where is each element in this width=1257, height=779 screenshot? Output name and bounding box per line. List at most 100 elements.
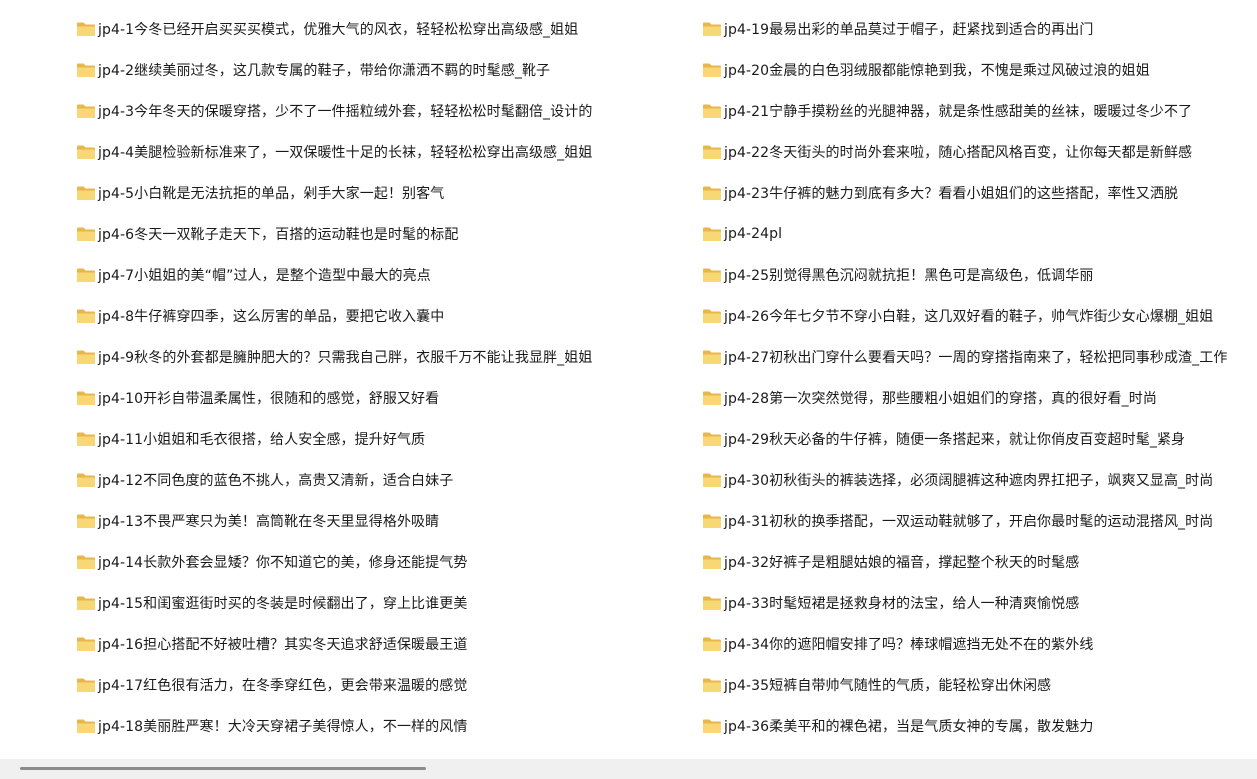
folder-item[interactable]: jp4-17红色很有活力，在冬季穿红色，更会带来温暖的感觉 — [76, 664, 676, 705]
folder-name: jp4-13不畏严寒只为美！高筒靴在冬天里显得格外吸睛 — [98, 513, 440, 530]
folder-icon — [702, 390, 722, 406]
folder-icon — [702, 144, 722, 160]
horizontal-scrollbar[interactable] — [0, 759, 1257, 779]
folder-icon — [702, 677, 722, 693]
folder-item[interactable]: jp4-22冬天街头的时尚外套来啦，随心搭配风格百变，让你每天都是新鲜感 — [702, 131, 1257, 172]
folder-item[interactable]: jp4-27初秋出门穿什么要看天吗？一周的穿搭指南来了，轻松把同事秒成渣_工作 — [702, 336, 1257, 377]
folder-icon — [702, 472, 722, 488]
folder-icon — [76, 677, 96, 693]
folder-name: jp4-21宁静手摸粉丝的光腿神器，就是条性感甜美的丝袜，暖暖过冬少不了 — [724, 103, 1193, 120]
folder-item[interactable]: jp4-7小姐姐的美“帽”过人，是整个造型中最大的亮点 — [76, 254, 676, 295]
folder-name: jp4-32好裤子是粗腿姑娘的福音，撑起整个秋天的时髦感 — [724, 554, 1080, 571]
folder-item[interactable]: jp4-14长款外套会显矮？你不知道它的美，修身还能提气势 — [76, 541, 676, 582]
folder-icon — [702, 267, 722, 283]
folder-name: jp4-11小姐姐和毛衣很搭，给人安全感，提升好气质 — [98, 431, 426, 448]
folder-name: jp4-9秋冬的外套都是臃肿肥大的？只需我自己胖，衣服千万不能让我显胖_姐姐 — [98, 349, 593, 366]
folder-item[interactable]: jp4-32好裤子是粗腿姑娘的福音，撑起整个秋天的时髦感 — [702, 541, 1257, 582]
folder-name: jp4-25别觉得黑色沉闷就抗拒！黑色可是高级色，低调华丽 — [724, 267, 1094, 284]
folder-name: jp4-35短裤自带帅气随性的气质，能轻松穿出休闲感 — [724, 677, 1052, 694]
folder-icon — [76, 62, 96, 78]
folder-item[interactable]: jp4-19最易出彩的单品莫过于帽子，赶紧找到适合的再出门 — [702, 8, 1257, 49]
folder-name: jp4-29秋天必备的牛仔裤，随便一条搭起来，就让你俏皮百变超时髦_紧身 — [724, 431, 1186, 448]
folder-name: jp4-12不同色度的蓝色不挑人，高贵又清新，适合白妹子 — [98, 472, 454, 489]
folder-icon — [76, 103, 96, 119]
folder-item[interactable]: jp4-18美丽胜严寒！大冷天穿裙子美得惊人，不一样的风情 — [76, 705, 676, 746]
folder-item[interactable]: jp4-10开衫自带温柔属性，很随和的感觉，舒服又好看 — [76, 377, 676, 418]
folder-item[interactable]: jp4-33时髦短裙是拯救身材的法宝，给人一种清爽愉悦感 — [702, 582, 1257, 623]
folder-name: jp4-30初秋街头的裤装选择，必须阔腿裤这种遮肉界扛把子，飒爽又显高_时尚 — [724, 472, 1214, 489]
folder-item[interactable]: jp4-5小白靴是无法抗拒的单品，剁手大家一起！别客气 — [76, 172, 676, 213]
folder-item[interactable]: jp4-26今年七夕节不穿小白鞋，这几双好看的鞋子，帅气炸街少女心爆棚_姐姐 — [702, 295, 1257, 336]
folder-item[interactable]: jp4-13不畏严寒只为美！高筒靴在冬天里显得格外吸睛 — [76, 500, 676, 541]
folder-icon — [76, 308, 96, 324]
folder-item[interactable]: jp4-34你的遮阳帽安排了吗？棒球帽遮挡无处不在的紫外线 — [702, 623, 1257, 664]
folder-name: jp4-2继续美丽过冬，这几款专属的鞋子，带给你潇洒不羁的时髦感_靴子 — [98, 62, 551, 79]
folder-item[interactable]: jp4-6冬天一双靴子走天下，百搭的运动鞋也是时髦的标配 — [76, 213, 676, 254]
folder-name: jp4-19最易出彩的单品莫过于帽子，赶紧找到适合的再出门 — [724, 21, 1094, 38]
folder-name: jp4-20金晨的白色羽绒服都能惊艳到我，不愧是乘过风破过浪的姐姐 — [724, 62, 1150, 79]
folder-name: jp4-18美丽胜严寒！大冷天穿裙子美得惊人，不一样的风情 — [98, 718, 468, 735]
folder-column-right: jp4-19最易出彩的单品莫过于帽子，赶紧找到适合的再出门 jp4-20金晨的白色… — [702, 8, 1257, 746]
folder-item[interactable]: jp4-24pl — [702, 213, 1257, 254]
folder-item[interactable]: jp4-11小姐姐和毛衣很搭，给人安全感，提升好气质 — [76, 418, 676, 459]
folder-icon — [76, 349, 96, 365]
folder-name: jp4-3今年冬天的保暖穿搭，少不了一件摇粒绒外套，轻轻松松时髦翻倍_设计的 — [98, 103, 593, 120]
folder-item[interactable]: jp4-12不同色度的蓝色不挑人，高贵又清新，适合白妹子 — [76, 459, 676, 500]
folder-item[interactable]: jp4-25别觉得黑色沉闷就抗拒！黑色可是高级色，低调华丽 — [702, 254, 1257, 295]
folder-item[interactable]: jp4-36柔美平和的裸色裙，当是气质女神的专属，散发魅力 — [702, 705, 1257, 746]
folder-name: jp4-8牛仔裤穿四季，这么厉害的单品，要把它收入囊中 — [98, 308, 445, 325]
folder-item[interactable]: jp4-1今冬已经开启买买买模式，优雅大气的风衣，轻轻松松穿出高级感_姐姐 — [76, 8, 676, 49]
folder-name: jp4-31初秋的换季搭配，一双运动鞋就够了，开启你最时髦的运动混搭风_时尚 — [724, 513, 1214, 530]
folder-item[interactable]: jp4-3今年冬天的保暖穿搭，少不了一件摇粒绒外套，轻轻松松时髦翻倍_设计的 — [76, 90, 676, 131]
folder-icon — [702, 226, 722, 242]
folder-icon — [76, 144, 96, 160]
folder-item[interactable]: jp4-9秋冬的外套都是臃肿肥大的？只需我自己胖，衣服千万不能让我显胖_姐姐 — [76, 336, 676, 377]
folder-icon — [76, 431, 96, 447]
folder-name: jp4-14长款外套会显矮？你不知道它的美，修身还能提气势 — [98, 554, 468, 571]
folder-item[interactable]: jp4-2继续美丽过冬，这几款专属的鞋子，带给你潇洒不羁的时髦感_靴子 — [76, 49, 676, 90]
folder-item[interactable]: jp4-28第一次突然觉得，那些腰粗小姐姐们的穿搭，真的很好看_时尚 — [702, 377, 1257, 418]
folder-column-left: jp4-1今冬已经开启买买买模式，优雅大气的风衣，轻轻松松穿出高级感_姐姐 jp4… — [76, 8, 676, 746]
folder-name: jp4-10开衫自带温柔属性，很随和的感觉，舒服又好看 — [98, 390, 440, 407]
folder-name: jp4-24pl — [724, 225, 783, 242]
folder-item[interactable]: jp4-15和闺蜜逛街时买的冬装是时候翻出了，穿上比谁更美 — [76, 582, 676, 623]
folder-name: jp4-16担心搭配不好被吐槽？其实冬天追求舒适保暖最王道 — [98, 636, 468, 653]
folder-name: jp4-27初秋出门穿什么要看天吗？一周的穿搭指南来了，轻松把同事秒成渣_工作 — [724, 349, 1228, 366]
folder-icon — [76, 554, 96, 570]
scrollbar-thumb[interactable] — [20, 767, 426, 770]
folder-item[interactable]: jp4-35短裤自带帅气随性的气质，能轻松穿出休闲感 — [702, 664, 1257, 705]
folder-name: jp4-1今冬已经开启买买买模式，优雅大气的风衣，轻轻松松穿出高级感_姐姐 — [98, 21, 579, 38]
file-list-view: jp4-1今冬已经开启买买买模式，优雅大气的风衣，轻轻松松穿出高级感_姐姐 jp4… — [0, 0, 1257, 779]
folder-icon — [702, 595, 722, 611]
folder-item[interactable]: jp4-8牛仔裤穿四季，这么厉害的单品，要把它收入囊中 — [76, 295, 676, 336]
folder-item[interactable]: jp4-21宁静手摸粉丝的光腿神器，就是条性感甜美的丝袜，暖暖过冬少不了 — [702, 90, 1257, 131]
folder-item[interactable]: jp4-20金晨的白色羽绒服都能惊艳到我，不愧是乘过风破过浪的姐姐 — [702, 49, 1257, 90]
folder-name: jp4-4美腿检验新标准来了，一双保暖性十足的长袜，轻轻松松穿出高级感_姐姐 — [98, 144, 593, 161]
folder-name: jp4-22冬天街头的时尚外套来啦，随心搭配风格百变，让你每天都是新鲜感 — [724, 144, 1193, 161]
folder-name: jp4-34你的遮阳帽安排了吗？棒球帽遮挡无处不在的紫外线 — [724, 636, 1094, 653]
folder-name: jp4-7小姐姐的美“帽”过人，是整个造型中最大的亮点 — [98, 267, 431, 284]
folder-item[interactable]: jp4-16担心搭配不好被吐槽？其实冬天追求舒适保暖最王道 — [76, 623, 676, 664]
folder-icon — [702, 554, 722, 570]
folder-icon — [702, 636, 722, 652]
folder-icon — [76, 718, 96, 734]
folder-item[interactable]: jp4-31初秋的换季搭配，一双运动鞋就够了，开启你最时髦的运动混搭风_时尚 — [702, 500, 1257, 541]
folder-name: jp4-33时髦短裙是拯救身材的法宝，给人一种清爽愉悦感 — [724, 595, 1080, 612]
folder-icon — [702, 308, 722, 324]
folder-item[interactable]: jp4-4美腿检验新标准来了，一双保暖性十足的长袜，轻轻松松穿出高级感_姐姐 — [76, 131, 676, 172]
folder-icon — [76, 185, 96, 201]
folder-icon — [76, 390, 96, 406]
folder-item[interactable]: jp4-30初秋街头的裤装选择，必须阔腿裤这种遮肉界扛把子，飒爽又显高_时尚 — [702, 459, 1257, 500]
folder-item[interactable]: jp4-23牛仔裤的魅力到底有多大？看看小姐姐们的这些搭配，率性又洒脱 — [702, 172, 1257, 213]
folder-item[interactable]: jp4-29秋天必备的牛仔裤，随便一条搭起来，就让你俏皮百变超时髦_紧身 — [702, 418, 1257, 459]
folder-icon — [76, 636, 96, 652]
folder-name: jp4-5小白靴是无法抗拒的单品，剁手大家一起！别客气 — [98, 185, 445, 202]
folder-icon — [76, 226, 96, 242]
folder-name: jp4-17红色很有活力，在冬季穿红色，更会带来温暖的感觉 — [98, 677, 468, 694]
folder-icon — [702, 513, 722, 529]
folder-name: jp4-28第一次突然觉得，那些腰粗小姐姐们的穿搭，真的很好看_时尚 — [724, 390, 1157, 407]
folder-name: jp4-15和闺蜜逛街时买的冬装是时候翻出了，穿上比谁更美 — [98, 595, 468, 612]
folder-icon — [76, 595, 96, 611]
folder-icon — [76, 267, 96, 283]
folder-icon — [702, 718, 722, 734]
